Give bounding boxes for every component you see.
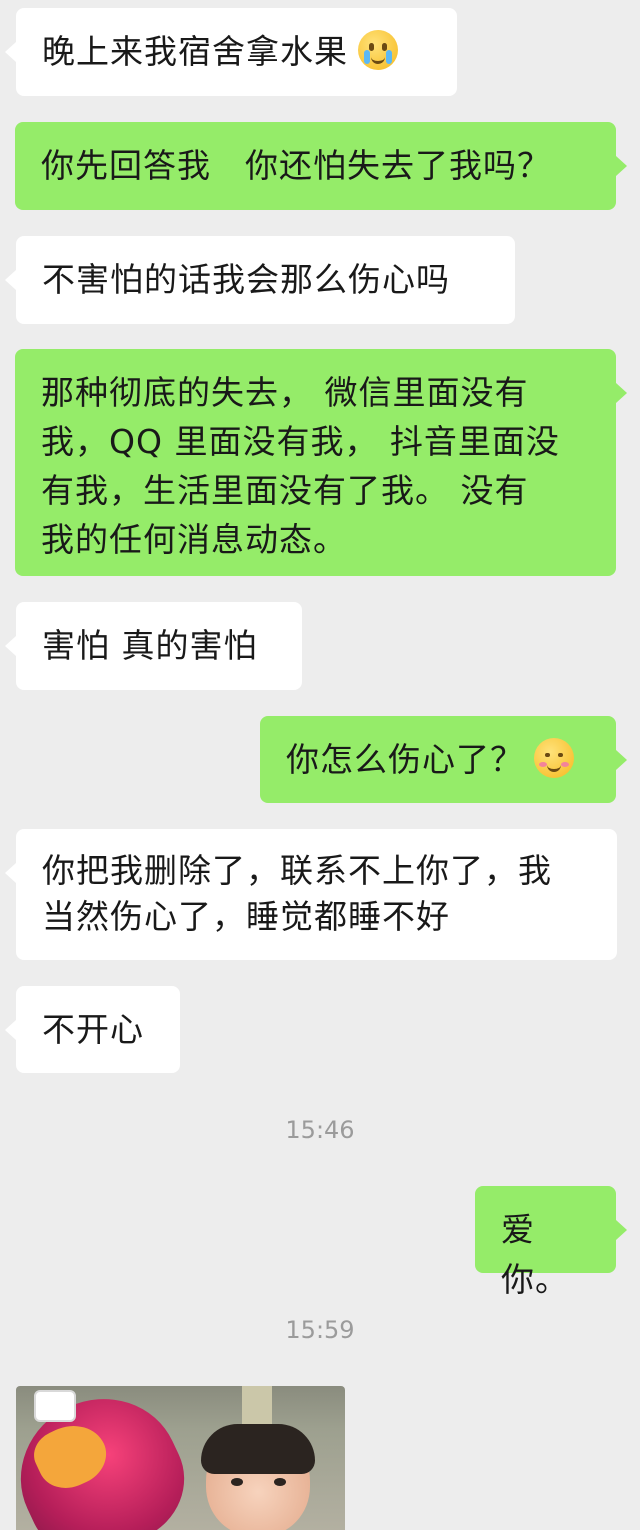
image-message[interactable] bbox=[16, 1386, 345, 1530]
timestamp: 15:46 bbox=[285, 1116, 355, 1144]
bubble-tail bbox=[5, 636, 16, 656]
message-bubble-left[interactable]: 不害怕的话我会那么伤心吗 bbox=[5, 236, 515, 324]
bubble-tail bbox=[616, 750, 627, 770]
bubble-tail bbox=[5, 270, 16, 290]
bubble-tail bbox=[616, 156, 627, 176]
chat-thread: 晚上来我宿舍拿水果 你先回答我 你还怕失去了我吗？ 不害怕的话我会那么伤心吗 那… bbox=[0, 0, 640, 1530]
message-bubble-left[interactable]: 不开心 bbox=[5, 986, 180, 1073]
message-line: 你把我删除了，联系不上你了，我 bbox=[42, 851, 552, 890]
bubble-tail bbox=[5, 863, 16, 883]
bubble-tail bbox=[5, 1020, 16, 1040]
timestamp: 15:59 bbox=[285, 1316, 355, 1344]
message-bubble-right[interactable]: 你先回答我 你还怕失去了我吗？ bbox=[15, 122, 627, 210]
message-line: 我的任何消息动态。 bbox=[41, 520, 347, 559]
message-bubble-right[interactable]: 你怎么伤心了？ bbox=[260, 716, 627, 803]
message-text: 你怎么伤心了？ bbox=[286, 740, 524, 779]
message-bubble-right[interactable]: 那种彻底的失去， 微信里面没有 我，QQ 里面没有我， 抖音里面没 有我，生活里… bbox=[15, 349, 627, 576]
message-line: 我，QQ 里面没有我， 抖音里面没 bbox=[41, 422, 560, 461]
baby-eye bbox=[231, 1478, 243, 1486]
baby-hair bbox=[201, 1424, 315, 1474]
message-text: 你先回答我 你还怕失去了我吗？ bbox=[41, 146, 551, 185]
bubble-tail bbox=[616, 1220, 627, 1240]
message-text: 不开心 bbox=[42, 1010, 144, 1049]
message-bubble-left[interactable]: 害怕 真的害怕 bbox=[5, 602, 302, 690]
message-text: 害怕 真的害怕 bbox=[42, 626, 258, 665]
message-text: 爱你。 bbox=[501, 1210, 569, 1299]
baby-eye bbox=[274, 1478, 286, 1486]
message-bubble-right[interactable]: 爱你。 bbox=[475, 1186, 627, 1299]
message-text: 不害怕的话我会那么伤心吗 bbox=[42, 260, 450, 299]
sticker-icon bbox=[34, 1390, 76, 1422]
message-line: 那种彻底的失去， 微信里面没有 bbox=[41, 373, 529, 412]
message-line: 有我，生活里面没有了我。 没有 bbox=[41, 471, 529, 510]
bubble-tail bbox=[616, 383, 627, 403]
message-bubble-left[interactable]: 你把我删除了，联系不上你了，我 当然伤心了，睡觉都睡不好 bbox=[5, 829, 617, 960]
message-text: 晚上来我宿舍拿水果 bbox=[42, 32, 348, 71]
message-line: 当然伤心了，睡觉都睡不好 bbox=[42, 897, 450, 936]
blushing-smile-icon bbox=[534, 738, 574, 778]
crying-face-icon bbox=[358, 30, 398, 70]
bubble-tail bbox=[5, 42, 16, 62]
message-bubble-left[interactable]: 晚上来我宿舍拿水果 bbox=[5, 8, 457, 96]
